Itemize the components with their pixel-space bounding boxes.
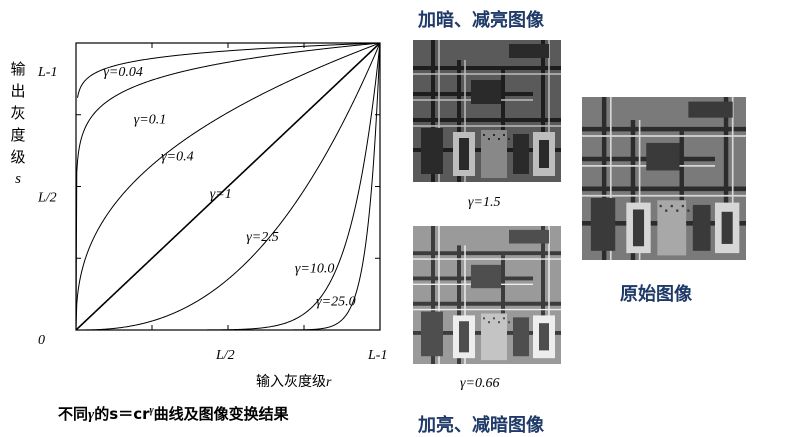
circuit-detail [508, 321, 510, 324]
circuit-detail [471, 80, 501, 104]
bottom-images-heading: 加亮、减暗图像 [418, 415, 544, 436]
x-axis-symbol: r [326, 375, 332, 390]
circuit-detail [481, 313, 507, 361]
x-axis-label-text: 输入灰度级 [256, 374, 326, 390]
figure-caption: 不同γ的s＝crγ曲线及图像变换结果 [58, 403, 289, 424]
circuit-detail [513, 317, 529, 357]
y-axis-label: 输 出 灰 度 级 s [8, 58, 28, 190]
circuit-detail [471, 264, 501, 289]
circuit-detail [687, 209, 690, 212]
circuit-detail [721, 211, 733, 244]
original-image-label: 原始图像 [620, 284, 692, 305]
circuit-detail [539, 323, 549, 351]
circuit-detail [590, 198, 616, 251]
circuit-detail [498, 321, 500, 324]
caption-part: 曲线及图像变换结果 [153, 405, 289, 423]
circuit-photo [582, 97, 746, 260]
curve-label: γ=1 [210, 187, 232, 202]
top-images-heading: 加暗、减亮图像 [418, 10, 544, 31]
circuit-photo [413, 40, 561, 182]
circuit-detail [676, 209, 679, 212]
curve-label: γ=0.1 [134, 112, 166, 127]
circuit-detail [503, 134, 505, 136]
origin-tick-label: 0 [38, 333, 45, 348]
circuit-detail [646, 142, 680, 171]
curve-label: γ=2.5 [246, 230, 278, 245]
circuit-detail [513, 134, 529, 174]
curve-label: γ=10.0 [295, 262, 334, 277]
curve-label: γ=0.4 [161, 150, 193, 165]
circuit-detail [459, 321, 469, 353]
circuit-detail [659, 204, 662, 208]
circuit-detail [632, 209, 645, 247]
circuit-detail [670, 204, 673, 208]
curve-label: γ=0.04 [103, 65, 142, 80]
circuit-detail [508, 138, 510, 140]
circuit-detail [488, 321, 490, 324]
circuit-detail [657, 200, 687, 256]
circuit-detail [509, 229, 549, 244]
x-tick-label: L/2 [215, 348, 235, 363]
gamma-chart: γ=0.04 γ=0.1 γ=0.4 γ=1 γ=2.5 γ=10.0 γ=25.0 0 L/… [37, 42, 387, 363]
brightened-image [413, 226, 561, 364]
x-tick-label: L-1 [367, 348, 387, 363]
bottom-image-gamma-label: γ=0.66 [460, 376, 500, 391]
circuit-detail [665, 209, 668, 212]
y-axis-label-char: 出 [10, 82, 26, 100]
circuit-detail [509, 44, 549, 58]
circuit-detail [421, 311, 443, 357]
circuit-photo [413, 226, 561, 364]
y-axis-label-char: 灰 [10, 104, 26, 122]
tick-labels: 0 L/2 L-1 L/2 L-1 [37, 65, 387, 363]
circuit-detail [483, 317, 485, 320]
circuit-detail [503, 317, 505, 320]
circuit-detail [498, 138, 500, 140]
circuit-detail [681, 204, 684, 208]
original-image [582, 97, 746, 260]
curve-label: γ=25.0 [316, 295, 355, 310]
circuit-detail [539, 140, 549, 168]
y-tick-label: L-1 [37, 65, 57, 80]
top-image-gamma-label: γ=1.5 [468, 195, 501, 210]
circuit-detail [481, 130, 507, 178]
circuit-detail [459, 138, 469, 170]
y-axis-label-char: 输 [10, 60, 26, 78]
circuit-detail [692, 204, 711, 251]
y-tick-label: L/2 [37, 191, 57, 206]
circuit-detail [493, 317, 495, 320]
circuit-detail [688, 101, 733, 118]
x-axis-label: 输入灰度级r [256, 371, 331, 391]
darkened-image [413, 40, 561, 182]
y-axis-symbol: s [15, 171, 21, 187]
circuit-detail [421, 128, 443, 174]
y-axis-label-char: 度 [10, 126, 26, 144]
y-axis-label-char: 级 [10, 148, 26, 166]
caption-part: 的s＝cr [94, 405, 150, 423]
circuit-detail [493, 134, 495, 136]
caption-part: 不同 [58, 405, 89, 423]
circuit-detail [483, 134, 485, 136]
circuit-detail [488, 138, 490, 140]
